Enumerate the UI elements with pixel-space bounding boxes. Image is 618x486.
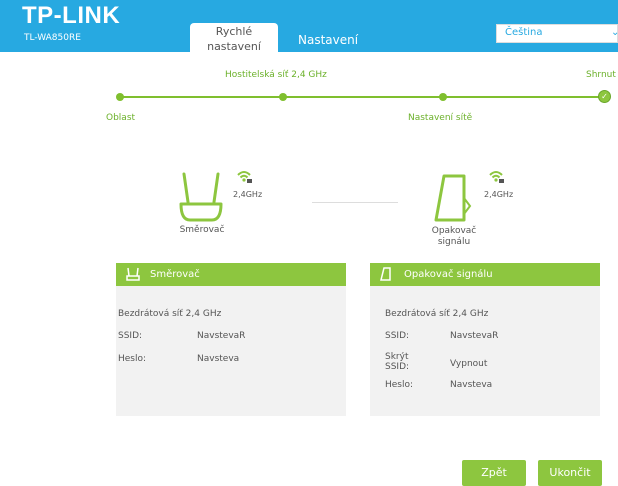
wifi-lock-icon bbox=[489, 171, 504, 183]
extender-panel-header: Opakovač signálu bbox=[370, 263, 600, 286]
extender-label: Opakovač signálu bbox=[426, 226, 482, 248]
language-select[interactable]: Čeština ⌄ bbox=[496, 24, 618, 43]
extender-panel-title: Opakovač signálu bbox=[404, 269, 493, 280]
progress-line bbox=[120, 96, 607, 98]
extender-frequency: 2,4GHz bbox=[484, 190, 514, 199]
step-summary: Shrnut bbox=[586, 70, 616, 80]
model-name: TL-WA850RE bbox=[24, 33, 81, 43]
language-selected: Čeština bbox=[505, 27, 543, 38]
device-connector-line bbox=[312, 202, 398, 203]
tab-quick-setup-line1: Rychlé bbox=[215, 25, 253, 38]
router-icon bbox=[126, 267, 140, 281]
extender-hide-ssid-label-line1: Skrýt bbox=[385, 352, 409, 362]
router-panel-title: Směrovač bbox=[150, 269, 200, 280]
step-complete-check-icon: ✓ bbox=[598, 90, 611, 103]
extender-hide-ssid-label-line2: SSID: bbox=[385, 362, 410, 372]
router-frequency: 2,4GHz bbox=[233, 190, 263, 199]
router-ssid-label: SSID: bbox=[118, 331, 143, 341]
router-icon bbox=[179, 172, 223, 222]
extender-password-value: Navsteva bbox=[450, 380, 493, 390]
extender-label-line2: signálu bbox=[437, 237, 471, 247]
extender-ssid-label: SSID: bbox=[385, 331, 410, 341]
router-section-title: Bezdrátová síť 2,4 GHz bbox=[118, 309, 222, 319]
finish-button[interactable]: Ukončit bbox=[538, 460, 602, 486]
wifi-lock-icon bbox=[237, 171, 252, 183]
step-host-network: Hostitelská síť 2,4 GHz bbox=[225, 70, 327, 80]
router-panel: Směrovač Bezdrátová síť 2,4 GHz SSID: Na… bbox=[116, 263, 346, 416]
range-extender-icon bbox=[380, 267, 391, 281]
extender-ssid-value: NavstevaR bbox=[450, 331, 499, 341]
step-network-settings: Nastavení sítě bbox=[408, 113, 473, 123]
step-dot-host-network bbox=[279, 93, 287, 101]
extender-label-line1: Opakovač bbox=[431, 226, 477, 236]
router-password-value: Navsteva bbox=[197, 354, 240, 364]
step-region: Oblast bbox=[106, 113, 136, 123]
brand-logo: TP-LINK bbox=[22, 2, 121, 29]
router-ssid-value: NavstevaR bbox=[197, 331, 246, 341]
step-dot-region bbox=[116, 93, 124, 101]
range-extender-icon bbox=[434, 174, 472, 222]
extender-password-label: Heslo: bbox=[385, 380, 414, 390]
step-dot-network-settings bbox=[439, 93, 447, 101]
tab-quick-setup-line2: nastavení bbox=[207, 40, 261, 53]
tab-settings[interactable]: Nastavení bbox=[298, 33, 358, 47]
chevron-down-icon: ⌄ bbox=[611, 27, 618, 38]
router-password-label: Heslo: bbox=[118, 354, 147, 364]
back-button[interactable]: Zpět bbox=[462, 460, 526, 486]
extender-hide-ssid-value: Vypnout bbox=[450, 359, 488, 369]
extender-section-title: Bezdrátová síť 2,4 GHz bbox=[385, 309, 489, 319]
top-header: TP-LINK TL-WA850RE Rychlé nastavení Nast… bbox=[0, 0, 618, 53]
extender-panel: Opakovač signálu Bezdrátová síť 2,4 GHz … bbox=[370, 263, 600, 416]
router-panel-header: Směrovač bbox=[116, 263, 346, 286]
tab-quick-setup[interactable]: Rychlé nastavení bbox=[190, 23, 278, 53]
router-label: Směrovač bbox=[179, 225, 225, 235]
extender-hide-ssid-label: Skrýt SSID: bbox=[385, 352, 409, 372]
